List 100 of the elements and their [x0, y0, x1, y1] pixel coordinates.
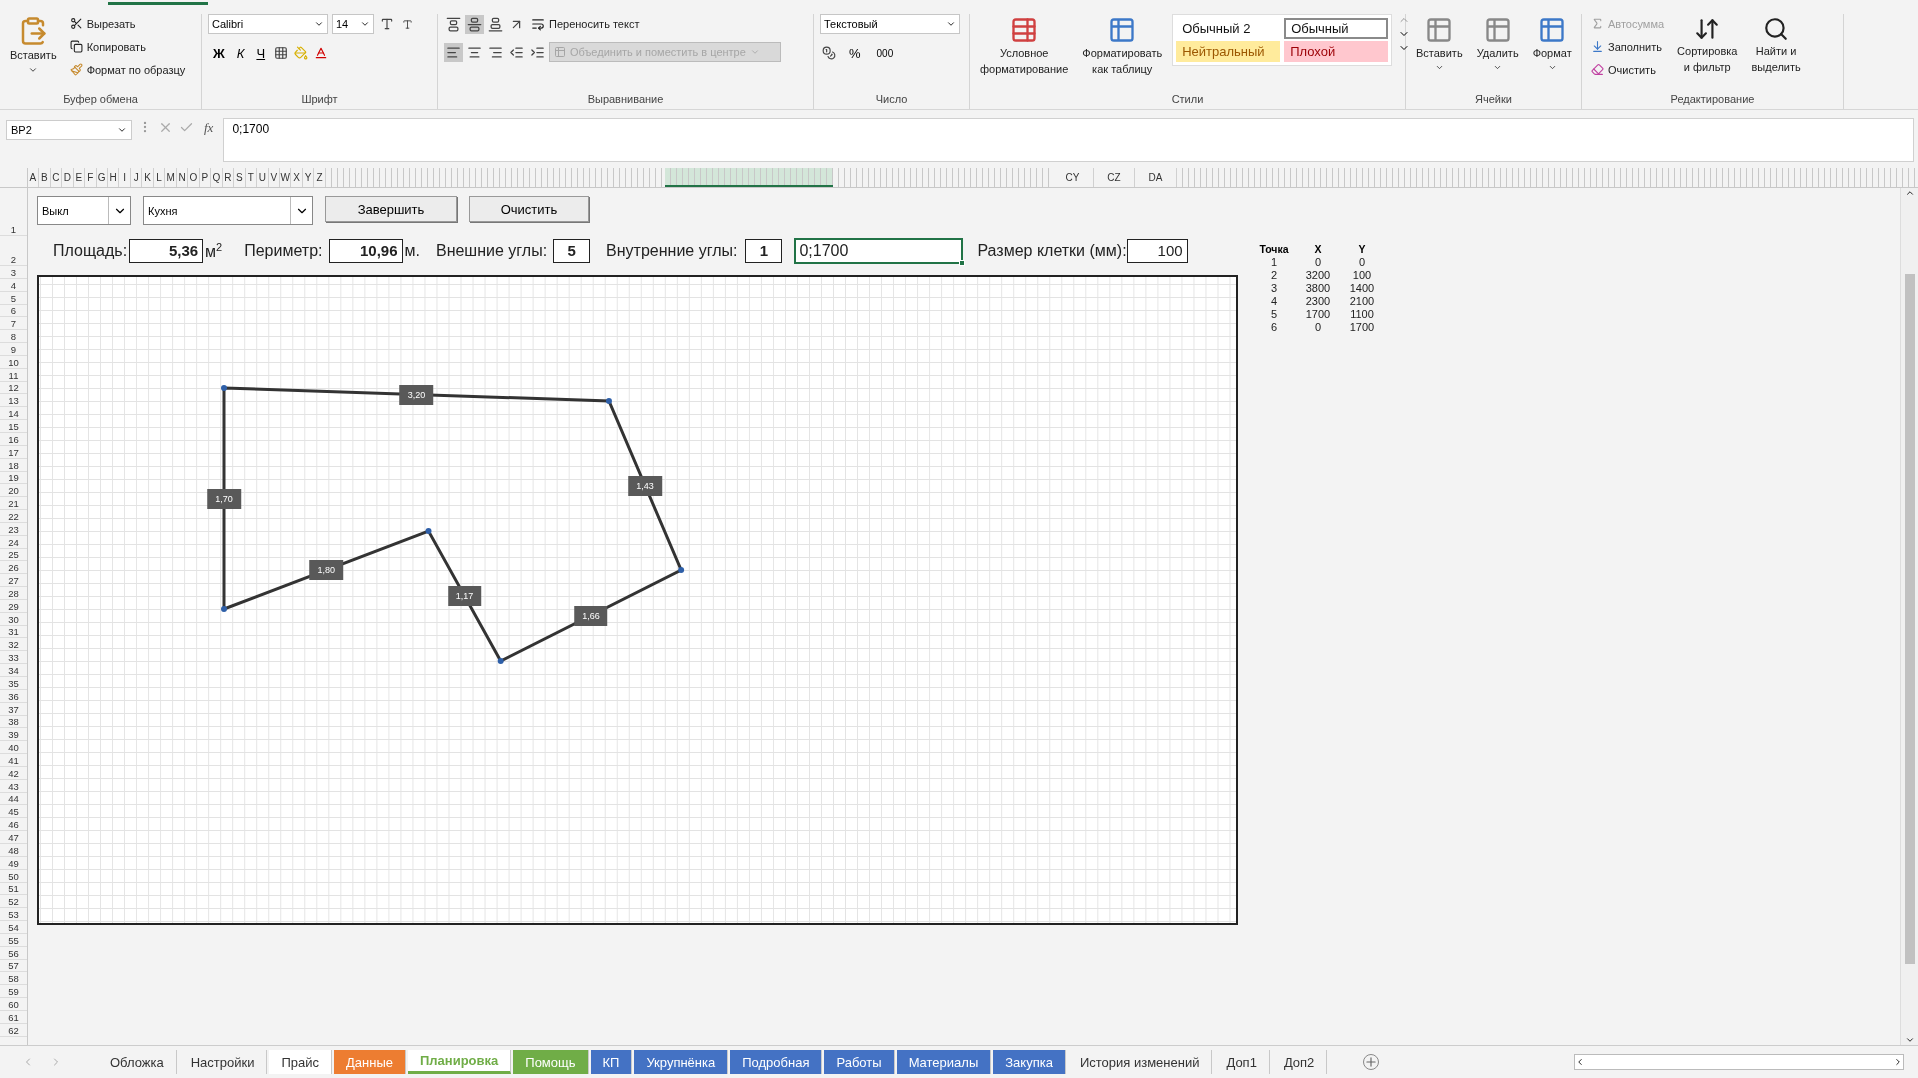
- cell-style-option[interactable]: Плохой: [1284, 41, 1389, 62]
- row-header[interactable]: 46: [0, 818, 27, 832]
- column-header[interactable]: D: [62, 168, 74, 187]
- row-header[interactable]: 41: [0, 754, 27, 767]
- row-header[interactable]: 5: [0, 291, 27, 305]
- row-header[interactable]: 51: [0, 882, 27, 896]
- delete-cells-button[interactable]: Удалить: [1472, 14, 1523, 74]
- align-middle-button[interactable]: [465, 14, 484, 34]
- row-header[interactable]: 39: [0, 728, 27, 742]
- row-header[interactable]: 49: [0, 856, 27, 870]
- row-header[interactable]: 19: [0, 471, 27, 485]
- column-header[interactable]: J: [130, 168, 143, 187]
- row-header[interactable]: 26: [0, 561, 27, 575]
- column-header[interactable]: P: [199, 168, 212, 187]
- row-header[interactable]: 18: [0, 458, 27, 472]
- row-header[interactable]: 11: [0, 368, 27, 382]
- clear-button[interactable]: Очистить: [1588, 60, 1668, 79]
- cut-button[interactable]: Вырезать: [66, 14, 189, 33]
- column-header[interactable]: CZ: [1093, 168, 1136, 187]
- fill-button[interactable]: Заполнить: [1588, 37, 1668, 56]
- column-header[interactable]: W: [280, 168, 292, 187]
- wrap-text-button[interactable]: Переносить текст: [528, 14, 643, 34]
- percent-button[interactable]: %: [844, 44, 866, 62]
- row-header[interactable]: 13: [0, 394, 27, 408]
- column-header[interactable]: Q: [211, 168, 223, 187]
- sheet-tab[interactable]: Закупка: [993, 1050, 1066, 1074]
- column-header[interactable]: I: [119, 168, 131, 187]
- row-header[interactable]: 36: [0, 689, 27, 703]
- row-header[interactable]: 28: [0, 587, 27, 600]
- vertical-scrollbar[interactable]: [1900, 188, 1918, 1045]
- column-header[interactable]: X: [291, 168, 303, 187]
- number-format-field[interactable]: Текстовый: [820, 14, 960, 34]
- row-header[interactable]: 23: [0, 522, 27, 536]
- row-header[interactable]: 1: [0, 188, 27, 236]
- sheet-tab[interactable]: Обложка: [98, 1050, 177, 1074]
- format-painter-button[interactable]: Формат по образцу: [66, 60, 189, 79]
- row-header[interactable]: 30: [0, 612, 27, 626]
- active-cell[interactable]: 0;1700: [794, 238, 964, 264]
- row-header[interactable]: 37: [0, 702, 27, 716]
- room-dropdown[interactable]: Кухня: [143, 196, 313, 225]
- column-header[interactable]: E: [73, 168, 86, 187]
- currency-button[interactable]: [820, 44, 838, 62]
- find-select-button[interactable]: Найти и выделить: [1747, 14, 1805, 76]
- row-header[interactable]: 8: [0, 330, 27, 344]
- column-header[interactable]: CY: [1052, 168, 1094, 187]
- cell-size-value[interactable]: 100: [1126, 239, 1188, 263]
- row-header[interactable]: 27: [0, 574, 27, 588]
- row-header[interactable]: 9: [0, 343, 27, 356]
- row-header[interactable]: 60: [0, 998, 27, 1011]
- row-header[interactable]: 10: [0, 355, 27, 369]
- insert-function-button[interactable]: fx: [200, 120, 218, 136]
- italic-button[interactable]: К: [231, 44, 250, 62]
- row-header[interactable]: 17: [0, 445, 27, 459]
- sheet-tab[interactable]: КП: [590, 1050, 633, 1074]
- row-header[interactable]: 32: [0, 638, 27, 652]
- sheet-tab[interactable]: Работы: [824, 1050, 895, 1074]
- row-header[interactable]: 59: [0, 985, 27, 999]
- row-header[interactable]: 14: [0, 407, 27, 421]
- column-header[interactable]: S: [234, 168, 246, 187]
- row-header[interactable]: 29: [0, 599, 27, 613]
- row-header[interactable]: 7: [0, 317, 27, 331]
- formula-input[interactable]: 0;1700: [223, 118, 1914, 162]
- thousands-button[interactable]: 000: [871, 46, 899, 60]
- row-header[interactable]: 52: [0, 895, 27, 909]
- column-header[interactable]: DA: [1135, 168, 1177, 187]
- row-header[interactable]: 22: [0, 510, 27, 523]
- row-header[interactable]: 44: [0, 792, 27, 806]
- clear-button[interactable]: Очистить: [469, 196, 589, 222]
- column-header[interactable]: O: [188, 168, 200, 187]
- conditional-formatting-button[interactable]: Условное форматирование: [976, 14, 1073, 78]
- row-header[interactable]: 54: [0, 921, 27, 934]
- row-header[interactable]: 56: [0, 946, 27, 960]
- row-header[interactable]: 15: [0, 420, 27, 433]
- sort-filter-button[interactable]: Сортировка и фильтр: [1673, 14, 1742, 76]
- format-cells-button[interactable]: Формат: [1528, 14, 1576, 74]
- horizontal-scrollbar[interactable]: [1574, 1054, 1904, 1070]
- row-header[interactable]: 33: [0, 651, 27, 665]
- underline-button[interactable]: Ч: [251, 44, 271, 62]
- row-header[interactable]: 2: [0, 236, 27, 266]
- sheet-tab[interactable]: Укрупнёнка: [634, 1050, 729, 1074]
- row-header[interactable]: 25: [0, 548, 27, 562]
- row-header[interactable]: 3: [0, 266, 27, 279]
- font-name-field[interactable]: Calibri: [208, 14, 328, 34]
- column-header[interactable]: T: [245, 168, 258, 187]
- row-header[interactable]: 35: [0, 677, 27, 690]
- insert-cells-button[interactable]: Вставить: [1412, 14, 1467, 74]
- sheet-tab[interactable]: История изменений: [1067, 1050, 1213, 1074]
- column-header[interactable]: M: [165, 168, 177, 187]
- sheet-tab[interactable]: Материалы: [896, 1050, 992, 1074]
- column-header[interactable]: K: [142, 168, 154, 187]
- format-as-table-button[interactable]: Форматировать как таблицу: [1078, 14, 1167, 78]
- paste-button[interactable]: Вставить: [6, 14, 61, 77]
- row-header[interactable]: 62: [0, 1023, 27, 1037]
- row-header[interactable]: 6: [0, 304, 27, 318]
- row-header[interactable]: 47: [0, 831, 27, 844]
- font-size-field[interactable]: 14: [332, 14, 374, 34]
- cell-style-option[interactable]: Обычный: [1284, 18, 1389, 39]
- column-header[interactable]: G: [96, 168, 108, 187]
- row-header[interactable]: 12: [0, 381, 27, 395]
- column-header[interactable]: R: [222, 168, 235, 187]
